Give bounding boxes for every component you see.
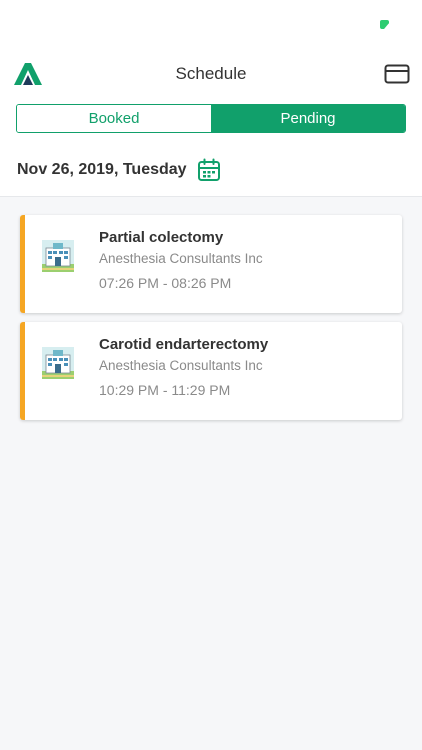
- appointment-organization: Anesthesia Consultants Inc: [99, 358, 263, 373]
- status-bar: [0, 0, 422, 50]
- selected-date: Nov 26, 2019, Tuesday: [17, 161, 187, 178]
- page-title: Schedule: [175, 64, 247, 83]
- pending-status-bar: [20, 322, 25, 420]
- hospital-building-icon: [42, 347, 74, 379]
- tab-pending[interactable]: Pending: [211, 105, 405, 132]
- battery-icon: [380, 20, 389, 29]
- appointment-title: Partial colectomy: [99, 229, 224, 246]
- appointment-time: 10:29 PM - 11:29 PM: [99, 382, 231, 398]
- hospital-building-icon: [42, 240, 74, 272]
- booking-status-toggle: Booked Pending: [16, 104, 406, 133]
- appointment-card[interactable]: Carotid endarterectomy Anesthesia Consul…: [20, 322, 402, 420]
- calendar-icon[interactable]: [197, 158, 221, 182]
- app-header: Schedule Booked Pending Nov 26, 2019, Tu…: [0, 50, 422, 197]
- appointment-organization: Anesthesia Consultants Inc: [99, 251, 263, 266]
- tab-booked[interactable]: Booked: [17, 105, 211, 132]
- appointment-title: Carotid endarterectomy: [99, 336, 269, 353]
- appointment-list: Partial colectomy Anesthesia Consultants…: [20, 215, 402, 429]
- credit-card-icon[interactable]: [384, 64, 410, 84]
- pending-status-bar: [20, 215, 25, 313]
- appointment-card[interactable]: Partial colectomy Anesthesia Consultants…: [20, 215, 402, 313]
- appointment-time: 07:26 PM - 08:26 PM: [99, 275, 232, 291]
- date-selector: Nov 26, 2019, Tuesday: [17, 158, 221, 182]
